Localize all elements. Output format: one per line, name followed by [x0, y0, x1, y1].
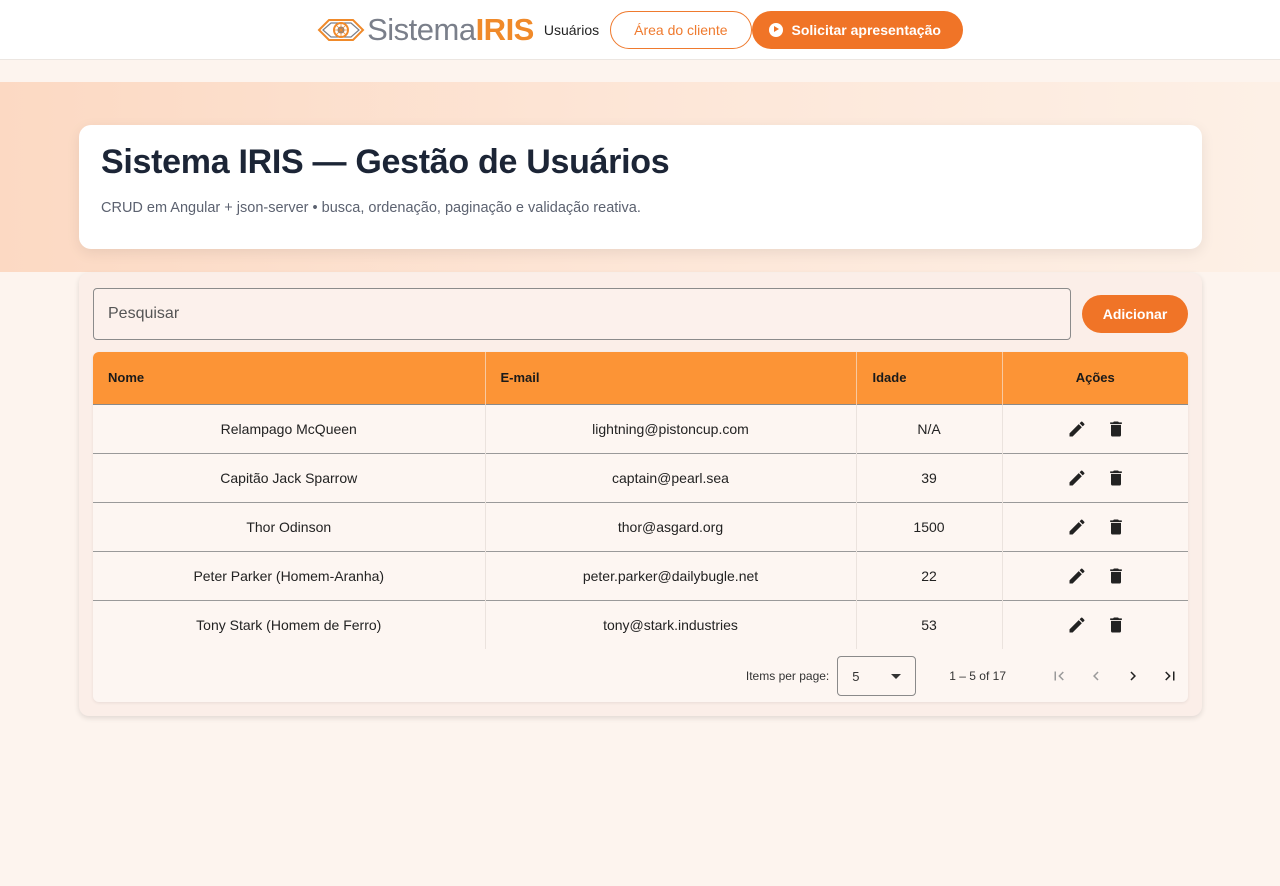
users-table-container: Nome E-mail Idade Ações Relampago McQuee… [93, 352, 1188, 702]
table-row: Tony Stark (Homem de Ferro) tony@stark.i… [93, 600, 1188, 649]
nav-link-usuarios[interactable]: Usuários [544, 22, 599, 38]
search-field[interactable] [93, 288, 1071, 340]
row-actions [1003, 419, 1189, 439]
first-page-icon[interactable] [1040, 658, 1077, 695]
next-page-icon[interactable] [1114, 658, 1151, 695]
page-size-select[interactable]: 5 [837, 656, 917, 696]
cell-actions [1002, 404, 1188, 453]
header-name[interactable]: Nome [93, 352, 486, 404]
cell-age: N/A [856, 404, 1003, 453]
edit-icon[interactable] [1067, 566, 1087, 586]
page-range-label: 1 – 5 of 17 [949, 669, 1006, 683]
cell-name: Tony Stark (Homem de Ferro) [93, 600, 486, 649]
edit-icon[interactable] [1067, 419, 1087, 439]
page-subtitle: CRUD em Angular + json-server • busca, o… [101, 200, 641, 216]
cell-age: 1500 [856, 502, 1003, 551]
table-row: Thor Odinson thor@asgard.org 1500 [93, 502, 1188, 551]
dropdown-caret-icon [891, 673, 902, 679]
delete-icon[interactable] [1106, 566, 1126, 586]
row-actions [1003, 468, 1189, 488]
table-row: Peter Parker (Homem-Aranha) peter.parker… [93, 551, 1188, 600]
table-header-row: Nome E-mail Idade Ações [93, 352, 1188, 404]
last-page-icon[interactable] [1151, 658, 1188, 695]
add-user-button[interactable]: Adicionar [1082, 295, 1188, 333]
header-email[interactable]: E-mail [485, 352, 857, 404]
request-demo-label: Solicitar apresentação [791, 21, 941, 38]
row-actions [1003, 517, 1189, 537]
cell-name: Peter Parker (Homem-Aranha) [93, 551, 486, 600]
cell-actions [1002, 600, 1188, 649]
edit-icon[interactable] [1067, 615, 1087, 635]
items-per-page-label: Items per page: [745, 669, 830, 683]
header-actions: Ações [1075, 370, 1115, 386]
page-size-value: 5 [852, 668, 860, 684]
top-navbar: Sistema IRIS Usuários Área do cliente Sol… [0, 0, 1280, 60]
cell-name: Capitão Jack Sparrow [93, 453, 486, 502]
hero-card: Sistema IRIS — Gestão de Usuários CRUD e… [79, 125, 1202, 249]
delete-icon[interactable] [1106, 468, 1126, 488]
page-title: Sistema IRIS — Gestão de Usuários [101, 143, 670, 181]
client-area-button[interactable]: Área do cliente [610, 10, 752, 49]
search-input[interactable] [94, 289, 1070, 339]
cell-email: thor@asgard.org [485, 502, 857, 551]
table-row: Relampago McQueen lightning@pistoncup.co… [93, 404, 1188, 453]
cell-age: 22 [856, 551, 1003, 600]
logo-text-iris: IRIS [475, 11, 535, 47]
delete-icon[interactable] [1106, 419, 1126, 439]
delete-icon[interactable] [1106, 615, 1126, 635]
cell-email: peter.parker@dailybugle.net [485, 551, 857, 600]
cell-age: 39 [856, 453, 1003, 502]
users-table: Nome E-mail Idade Ações Relampago McQuee… [93, 352, 1188, 649]
paginator: Items per page: 5 1 – 5 of 17 [93, 650, 1188, 702]
cell-age: 53 [856, 600, 1003, 649]
header-age[interactable]: Idade [856, 352, 1003, 404]
logo-mark-icon [317, 18, 365, 41]
logo[interactable]: Sistema IRIS [317, 12, 534, 48]
cell-name: Thor Odinson [93, 502, 486, 551]
logo-text-sistema: Sistema [367, 11, 476, 47]
navbar-inner: Sistema IRIS Usuários Área do cliente Sol… [317, 10, 963, 49]
cell-email: captain@pearl.sea [485, 453, 857, 502]
edit-icon[interactable] [1067, 468, 1087, 488]
users-panel: Adicionar Nome E-mail Idade Ações Relamp… [79, 273, 1202, 716]
cell-email: lightning@pistoncup.com [485, 404, 857, 453]
cell-actions [1002, 453, 1188, 502]
table-row: Capitão Jack Sparrow captain@pearl.sea 3… [93, 453, 1188, 502]
row-actions [1003, 566, 1189, 586]
cell-actions [1002, 502, 1188, 551]
cell-actions [1002, 551, 1188, 600]
previous-page-icon[interactable] [1077, 658, 1114, 695]
delete-icon[interactable] [1106, 517, 1126, 537]
request-demo-button[interactable]: Solicitar apresentação [751, 10, 963, 49]
cell-name: Relampago McQueen [93, 404, 486, 453]
cell-email: tony@stark.industries [485, 600, 857, 649]
row-actions [1003, 615, 1189, 635]
play-icon [768, 22, 783, 37]
edit-icon[interactable] [1067, 517, 1087, 537]
